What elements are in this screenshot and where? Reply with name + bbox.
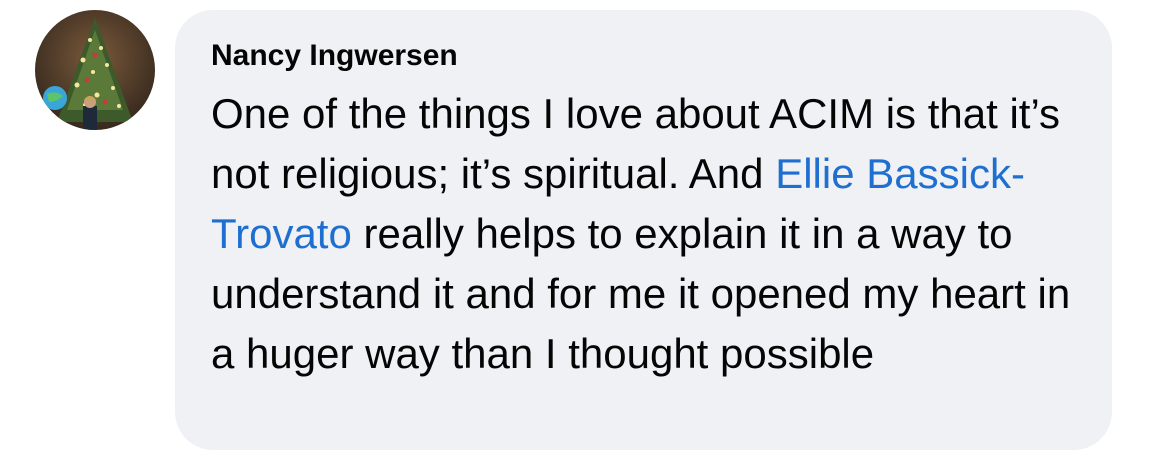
avatar[interactable]	[35, 10, 155, 130]
comment-bubble: Nancy Ingwersen One of the things I love…	[175, 10, 1112, 450]
avatar-image	[35, 10, 155, 130]
comment-author-name[interactable]: Nancy Ingwersen	[211, 34, 1082, 78]
comment-text: One of the things I love about ACIM is t…	[211, 84, 1082, 384]
